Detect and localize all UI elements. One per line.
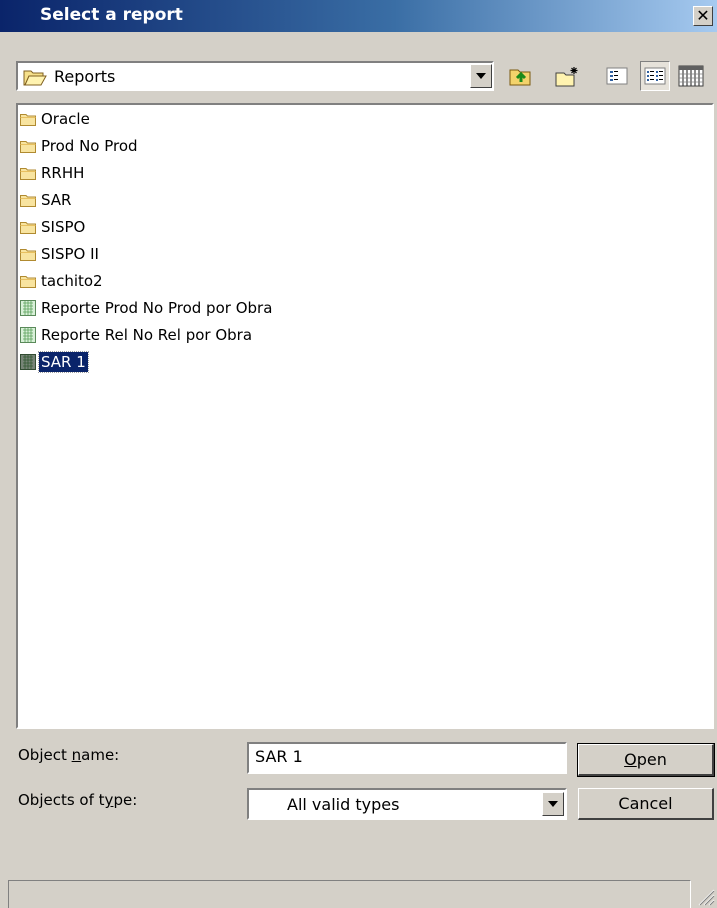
folder-up-icon xyxy=(509,69,531,86)
current-folder-label: Reports xyxy=(54,67,116,86)
folder-icon xyxy=(20,249,36,261)
details-view-button[interactable] xyxy=(640,61,670,91)
list-item-label: tachito2 xyxy=(41,272,103,290)
up-one-level-button[interactable] xyxy=(506,61,536,91)
list-item-folder[interactable]: Prod No Prod xyxy=(20,134,140,158)
combo-dropdown-button[interactable] xyxy=(470,64,492,88)
list-item-folder[interactable]: SAR xyxy=(20,188,73,212)
open-button[interactable]: Open xyxy=(577,743,715,777)
list-item-report[interactable]: Reporte Prod No Prod por Obra xyxy=(20,296,274,320)
object-name-label: Object name: xyxy=(18,746,119,764)
grid-view-button[interactable] xyxy=(676,61,706,91)
report-icon xyxy=(20,327,36,343)
close-icon: ✕ xyxy=(696,6,710,25)
label-part: Object xyxy=(18,746,72,764)
chevron-down-icon xyxy=(548,801,558,807)
list-view-icon xyxy=(606,67,628,85)
folder-icon xyxy=(20,276,36,288)
status-bar xyxy=(8,880,691,908)
accelerator-key: n xyxy=(71,746,82,764)
list-item-label: SAR 1 xyxy=(38,351,89,373)
title-bar: Select a report xyxy=(0,0,717,32)
list-item-report-selected[interactable]: SAR 1 xyxy=(20,350,89,374)
list-view-button[interactable] xyxy=(602,61,632,91)
list-item-label: Reporte Prod No Prod por Obra xyxy=(41,299,273,317)
list-item-label: SISPO xyxy=(41,218,86,236)
label-part: ame: xyxy=(81,746,120,764)
label-part: pe: xyxy=(113,791,138,809)
open-folder-icon xyxy=(23,70,47,86)
resize-grip-icon[interactable] xyxy=(695,886,715,906)
list-item-folder[interactable]: SISPO xyxy=(20,215,87,239)
folder-icon xyxy=(20,141,36,153)
report-icon xyxy=(20,354,36,370)
button-label: pen xyxy=(636,750,667,769)
close-button[interactable]: ✕ xyxy=(693,6,713,26)
folder-icon xyxy=(20,195,36,207)
file-list[interactable]: Oracle Prod No Prod RRHH SAR SISPO SISPO… xyxy=(16,103,714,729)
grid-view-icon xyxy=(678,65,704,87)
selected-type: All valid types xyxy=(287,795,400,814)
list-item-label: SISPO II xyxy=(41,245,99,263)
list-item-label: Reporte Rel No Rel por Obra xyxy=(41,326,253,344)
cancel-button[interactable]: Cancel xyxy=(578,788,714,820)
folder-icon xyxy=(20,168,36,180)
accelerator-key: O xyxy=(624,750,637,769)
objects-of-type-select[interactable]: All valid types xyxy=(247,788,567,820)
label-part: Objects of t xyxy=(18,791,105,809)
list-item-label: RRHH xyxy=(41,164,85,182)
list-item-label: Prod No Prod xyxy=(41,137,138,155)
type-dropdown-button[interactable] xyxy=(542,792,564,816)
report-icon xyxy=(20,300,36,316)
list-item-report[interactable]: Reporte Rel No Rel por Obra xyxy=(20,323,254,347)
object-name-input[interactable]: SAR 1 xyxy=(247,742,567,774)
list-item-folder[interactable]: SISPO II xyxy=(20,242,101,266)
details-view-icon xyxy=(644,67,666,85)
list-item-folder[interactable]: tachito2 xyxy=(20,269,105,293)
look-in-combobox[interactable]: Reports xyxy=(16,61,494,91)
list-item-label: SAR xyxy=(41,191,72,209)
window-title: Select a report xyxy=(40,5,183,25)
create-new-folder-button[interactable] xyxy=(552,61,582,91)
list-item-folder[interactable]: RRHH xyxy=(20,161,86,185)
list-item-folder[interactable]: Oracle xyxy=(20,107,92,131)
objects-of-type-label: Objects of type: xyxy=(18,791,137,809)
new-folder-icon xyxy=(555,67,578,87)
list-item-label: Oracle xyxy=(41,110,90,128)
chevron-down-icon xyxy=(476,73,486,79)
folder-icon xyxy=(20,222,36,234)
folder-icon xyxy=(20,114,36,126)
